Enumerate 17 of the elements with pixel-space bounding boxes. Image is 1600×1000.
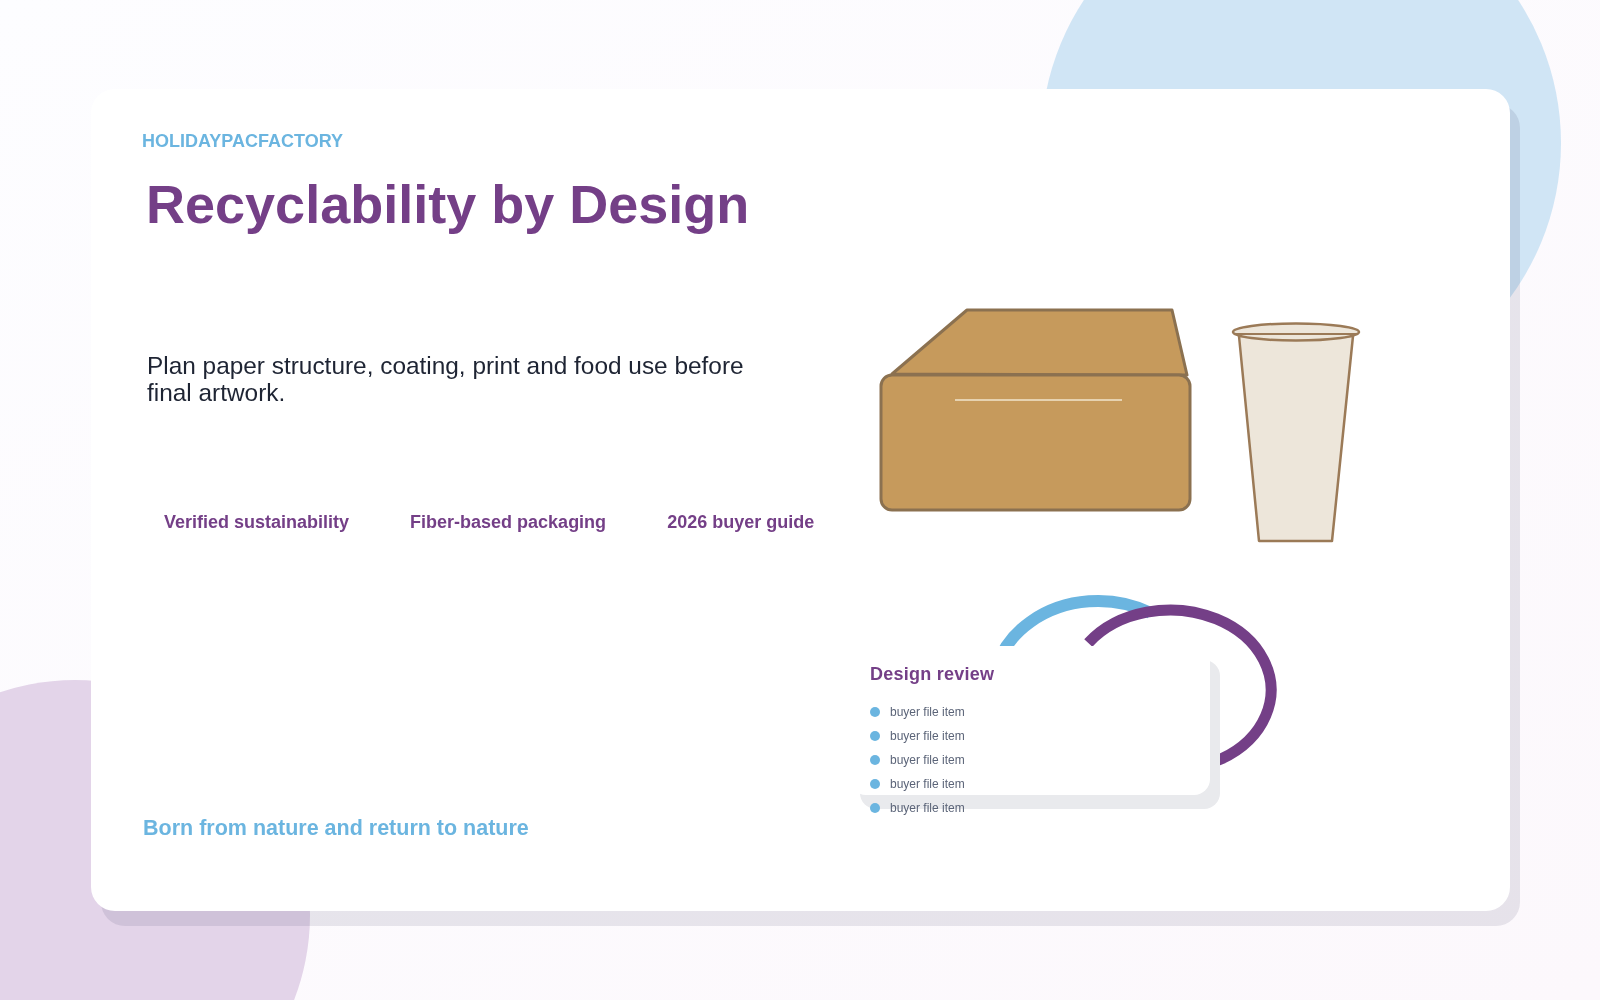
- tagline: Born from nature and return to nature: [143, 818, 529, 840]
- bullet-icon: [870, 803, 880, 813]
- tag-label: Fiber-based packaging: [410, 513, 607, 531]
- brand-name: HOLIDAYPACFACTORY: [142, 132, 344, 150]
- tag-label: Verified sustainability: [164, 513, 350, 531]
- list-item-text: buyer file item: [890, 752, 965, 769]
- bullet-icon: [870, 731, 880, 741]
- bullet-icon: [870, 707, 880, 717]
- intro-text: Plan paper structure, coating, print and food use before final artwork.: [147, 352, 745, 406]
- list-item-text: buyer file item: [890, 776, 965, 793]
- bullet-icon: [870, 779, 880, 789]
- list-item-text: buyer file item: [890, 704, 965, 721]
- list-item-text: buyer file item: [890, 800, 965, 817]
- review-title: Design review: [870, 665, 995, 683]
- bullet-icon: [870, 755, 880, 765]
- tag-label: 2026 buyer guide: [667, 513, 815, 531]
- list-item-text: buyer file item: [890, 728, 965, 745]
